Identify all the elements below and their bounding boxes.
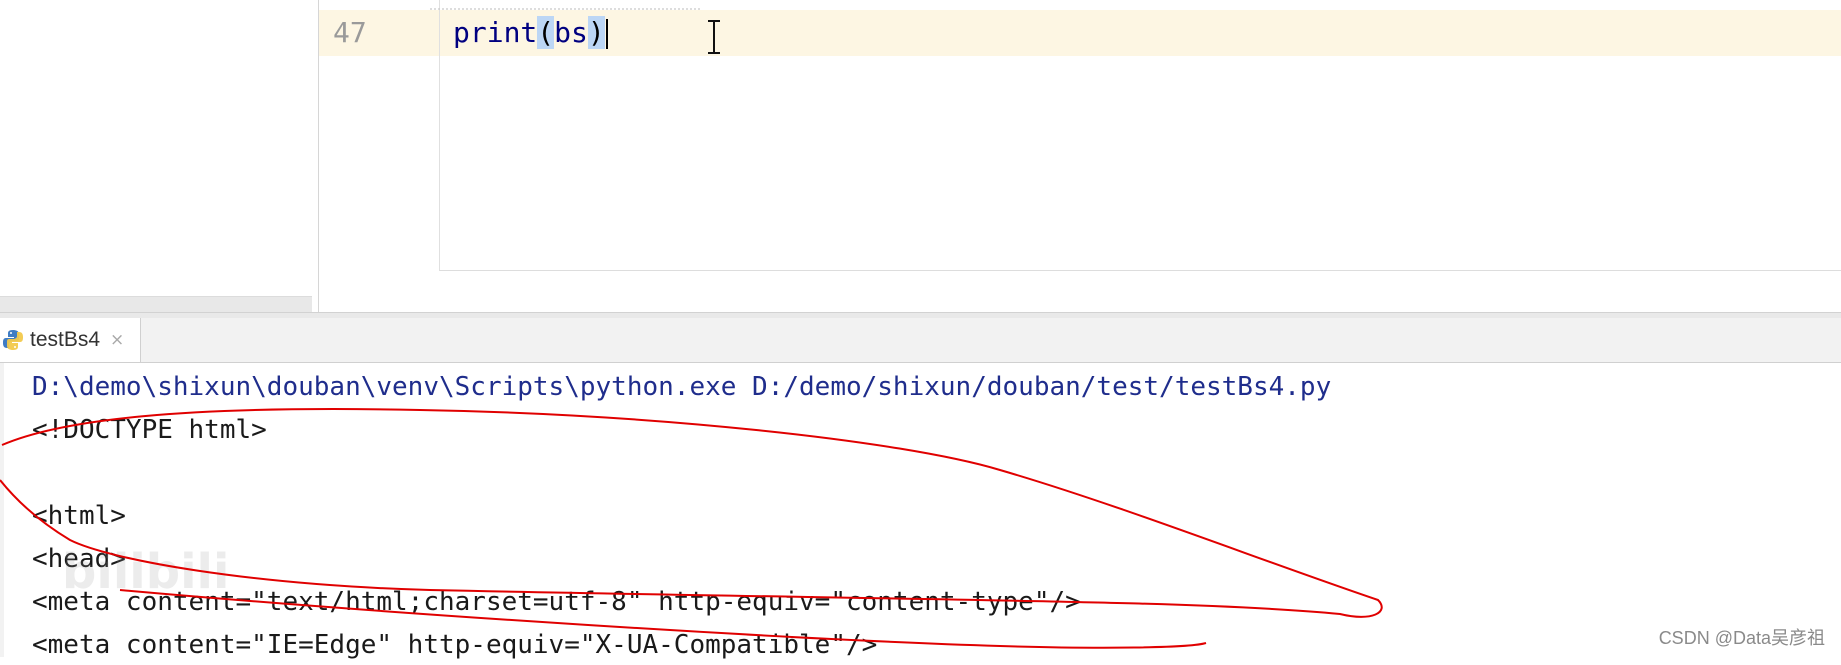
partially-visible-previous-line: [430, 0, 700, 10]
run-tab-label: testBs4: [30, 328, 101, 351]
code-close-paren: ): [587, 16, 605, 49]
console-line: <meta content="text/html;charset=utf-8" …: [32, 587, 1081, 617]
editor-gutter: 47: [319, 0, 439, 270]
code-open-paren: (: [537, 16, 555, 49]
console-line: <head>: [32, 544, 126, 574]
console-line: <html>: [32, 501, 126, 531]
console-line: <!DOCTYPE html>: [32, 415, 267, 445]
current-line-highlight: [440, 10, 1841, 56]
run-tab-testbs4[interactable]: testBs4 ×: [0, 318, 142, 362]
python-icon: [3, 330, 23, 350]
text-caret: [605, 19, 608, 49]
console-line: <meta content="IE=Edge" http-equiv="X-UA…: [32, 630, 878, 660]
horizontal-scrollbar[interactable]: [0, 296, 312, 313]
csdn-watermark: CSDN @Data吴彦祖: [1658, 628, 1825, 648]
line-number: 47: [333, 16, 367, 49]
run-tab-bar: testBs4 ×: [0, 318, 1841, 363]
console-line-command: D:\demo\shixun\douban\venv\Scripts\pytho…: [32, 372, 1332, 402]
code-editor[interactable]: print(bs): [439, 0, 1841, 271]
code-line-47[interactable]: print(bs): [453, 14, 608, 52]
project-pane: [0, 0, 319, 313]
code-function-name: print: [453, 16, 538, 49]
close-icon[interactable]: ×: [110, 330, 124, 350]
run-console-output[interactable]: D:\demo\shixun\douban\venv\Scripts\pytho…: [0, 363, 1841, 660]
code-argument: bs: [554, 16, 588, 49]
ibeam-cursor-icon: [708, 20, 720, 54]
